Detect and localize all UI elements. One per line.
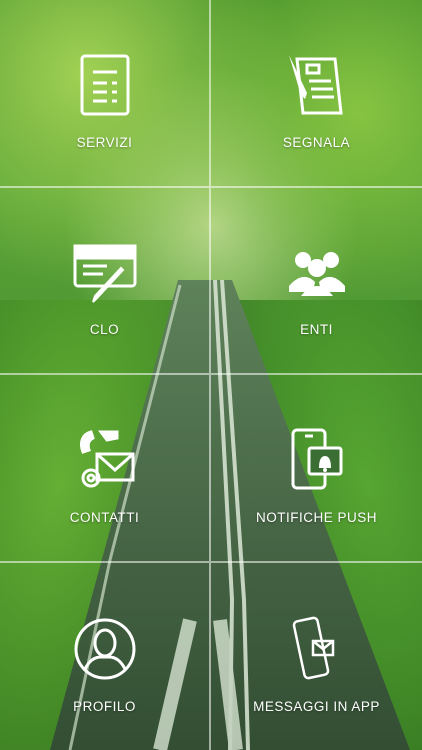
tile-notifiche-push[interactable]: NOTIFICHE PUSH — [211, 375, 422, 563]
phone-bell-icon — [285, 428, 349, 492]
tile-contatti[interactable]: CONTATTI — [0, 375, 211, 563]
tile-messaggi-in-app[interactable]: MESSAGGI IN APP — [211, 563, 422, 750]
phone-mail-icon — [73, 428, 137, 492]
menu-grid: SERVIZI SEGNALA CLO ENTI CONTATTI NOTIFI… — [0, 0, 422, 750]
phone-envelope-icon — [285, 616, 349, 681]
user-circle-icon — [73, 617, 137, 681]
tile-label: CLO — [89, 322, 120, 337]
tile-label: SEGNALA — [282, 134, 351, 150]
tile-profilo[interactable]: PROFILO — [0, 562, 211, 750]
tile-label: ENTI — [300, 322, 333, 337]
tile-label: MESSAGGI IN APP — [253, 699, 380, 714]
document-list-icon — [73, 53, 137, 117]
tile-label: PROFILO — [73, 699, 136, 714]
tile-label: SERVIZI — [76, 134, 133, 150]
tile-enti[interactable]: ENTI — [211, 188, 422, 375]
tile-label: CONTATTI — [69, 509, 140, 525]
tile-label: NOTIFICHE PUSH — [255, 509, 377, 525]
tile-clo[interactable]: CLO — [0, 187, 211, 375]
card-pen-icon — [73, 240, 137, 304]
people-group-icon — [285, 240, 349, 304]
tile-servizi[interactable]: SERVIZI — [0, 0, 211, 188]
tile-segnala[interactable]: SEGNALA — [211, 0, 422, 188]
report-pen-icon — [285, 53, 349, 117]
